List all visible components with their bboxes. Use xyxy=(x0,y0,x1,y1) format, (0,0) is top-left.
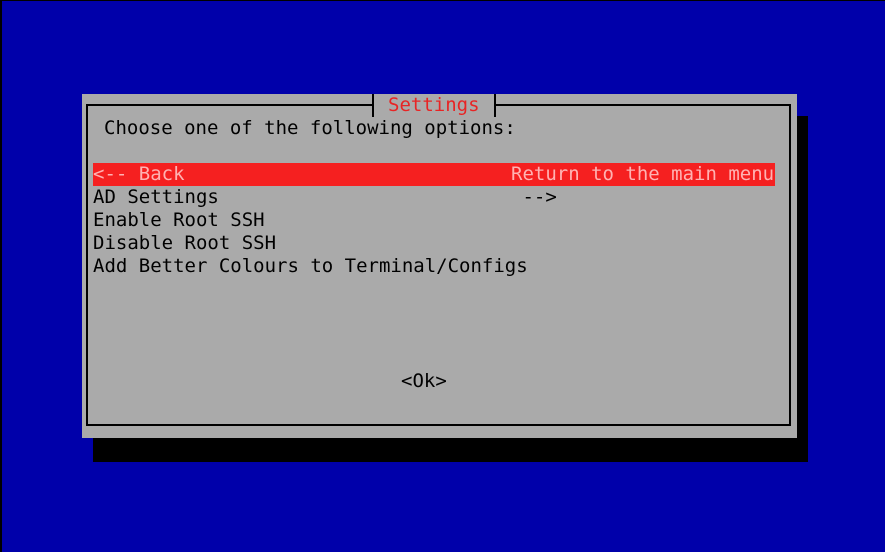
menu-item-disable-root-ssh[interactable]: Disable Root SSH xyxy=(93,232,775,255)
options-menu: <-- Back Return to the main menu AD Sett… xyxy=(93,163,775,278)
menu-item-description: Return to the main menu xyxy=(511,163,775,185)
dialog-prompt: Choose one of the following options: xyxy=(104,117,516,139)
submenu-arrow: --> xyxy=(511,186,557,208)
ok-button[interactable]: <Ok> xyxy=(401,370,447,393)
dialog-title: Settings xyxy=(388,94,480,116)
terminal-screen: Settings Choose one of the following opt… xyxy=(0,0,885,552)
menu-item-tag: Disable Root SSH xyxy=(93,232,277,254)
menu-item-add-better-colours[interactable]: Add Better Colours to Terminal/Configs xyxy=(93,255,775,278)
settings-dialog: Settings Choose one of the following opt… xyxy=(82,94,797,438)
menu-item-ad-settings[interactable]: AD Settings --> xyxy=(93,186,775,209)
menu-item-tag: AD Settings xyxy=(93,186,219,208)
dialog-title-box: Settings xyxy=(372,94,496,117)
menu-item-enable-root-ssh[interactable]: Enable Root SSH xyxy=(93,209,775,232)
menu-item-back[interactable]: <-- Back Return to the main menu xyxy=(93,163,775,186)
menu-item-tag: Enable Root SSH xyxy=(93,209,265,231)
menu-item-tag: Add Better Colours to Terminal/Configs xyxy=(93,255,528,277)
menu-item-tag: <-- Back xyxy=(93,163,185,185)
